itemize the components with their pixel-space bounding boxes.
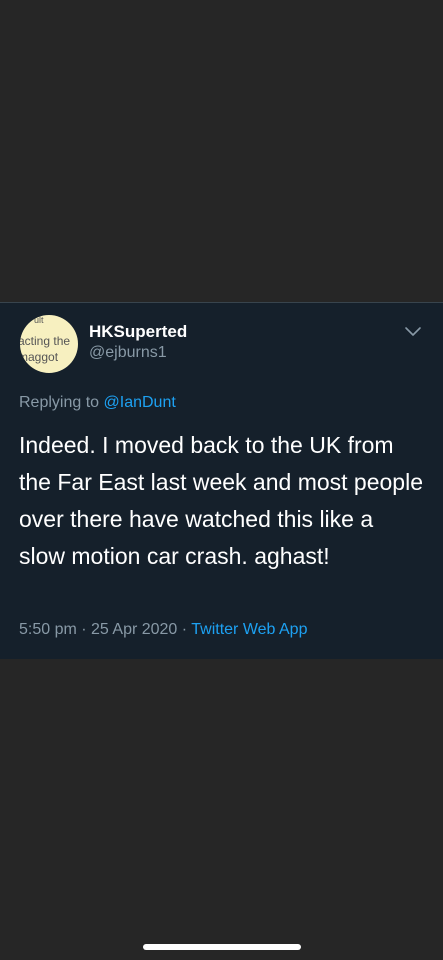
avatar[interactable]: ult acting the maggot	[20, 315, 78, 373]
tweet-card: ult acting the maggot HKSuperted @ejburn…	[0, 302, 443, 659]
chevron-down-icon[interactable]	[404, 325, 422, 337]
avatar-text-line3: maggot	[20, 350, 59, 364]
home-indicator[interactable]	[143, 944, 301, 950]
avatar-text-line1: ult	[34, 315, 44, 325]
user-handle[interactable]: @ejburns1	[89, 344, 167, 362]
tweet-source[interactable]: Twitter Web App	[191, 621, 307, 638]
replying-to-link[interactable]: @IanDunt	[104, 394, 176, 411]
avatar-text-line2: acting the	[20, 334, 70, 348]
replying-prefix: Replying to	[19, 394, 100, 411]
tweet-metadata: 5:50 pm · 25 Apr 2020 · Twitter Web App	[19, 621, 307, 639]
tweet-text: Indeed. I moved back to the UK from the …	[19, 432, 423, 569]
replying-to-line: Replying to @IanDunt	[19, 394, 176, 412]
display-name[interactable]: HKSuperted	[89, 322, 187, 342]
meta-separator: ·	[177, 621, 192, 638]
tweet-date[interactable]: 25 Apr 2020	[91, 621, 177, 638]
meta-separator: ·	[76, 621, 92, 638]
tweet-time[interactable]: 5:50 pm	[19, 621, 77, 638]
